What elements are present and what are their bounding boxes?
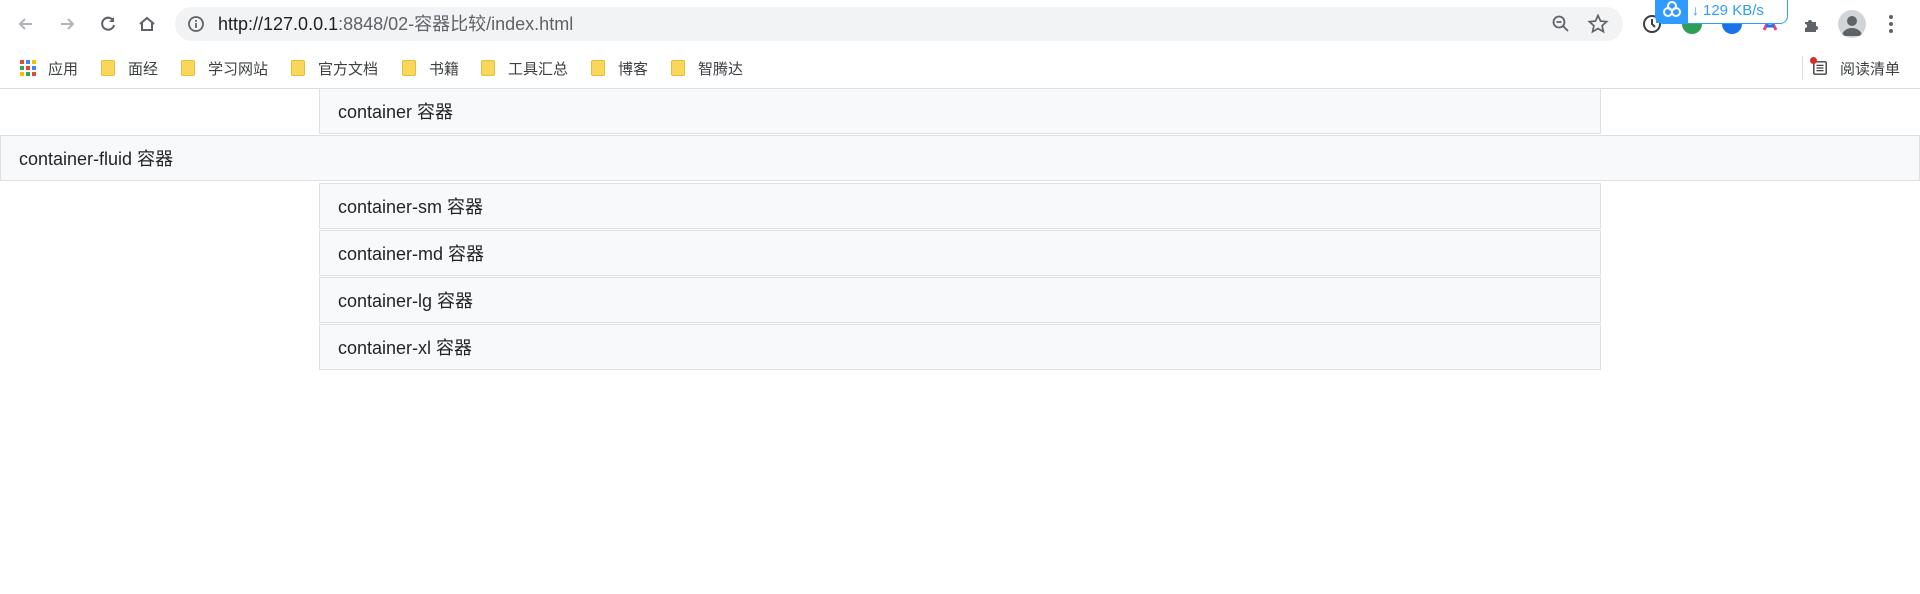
container-xl-label: container-xl 容器: [338, 338, 473, 358]
bookmark-folder[interactable]: 博客: [590, 48, 648, 88]
folder-icon: [480, 60, 496, 76]
folder-icon: [290, 60, 306, 76]
star-icon[interactable]: [1587, 13, 1609, 35]
forward-icon: [61, 18, 75, 30]
folder-icon: [401, 60, 417, 76]
folder-icon: [590, 60, 606, 76]
container-lg-label: container-lg 容器: [338, 291, 474, 311]
bookmark-folder[interactable]: 学习网站: [180, 48, 268, 88]
reading-list-button[interactable]: 阅读清单: [1810, 48, 1901, 88]
container-xl-box: container-xl 容器: [319, 324, 1601, 370]
info-icon[interactable]: [187, 15, 205, 33]
container-sm-box: container-sm 容器: [319, 183, 1601, 229]
bookmark-apps[interactable]: 应用: [20, 48, 78, 88]
folder-icon: [180, 60, 196, 76]
bookmark-folder[interactable]: 智腾达: [670, 48, 743, 88]
home-icon: [139, 16, 155, 31]
forward-button[interactable]: [51, 8, 83, 40]
bookmark-folder[interactable]: 书籍: [401, 48, 459, 88]
download-arrow-icon: ↓: [1692, 2, 1699, 18]
bookmark-label: 智腾达: [698, 60, 744, 78]
container-box: container 容器: [319, 88, 1601, 134]
zoom-icon[interactable]: [1551, 14, 1571, 34]
bookmark-folder[interactable]: 官方文档: [290, 48, 378, 88]
bookmark-label: 博客: [618, 60, 649, 78]
reload-button[interactable]: [92, 8, 124, 40]
browser-menu-button[interactable]: [1884, 12, 1898, 36]
bookmarks-bar: 应用 面经 学习网站 官方文档 书籍 工具汇总 博客 智腾达 阅读清单: [0, 48, 1920, 89]
notification-dot: [1810, 57, 1817, 64]
bookmark-divider: [1802, 56, 1803, 80]
back-icon: [18, 18, 32, 30]
profile-button[interactable]: [1838, 10, 1866, 38]
container-label: container 容器: [338, 102, 454, 122]
back-button[interactable]: [10, 8, 42, 40]
bookmark-label: 工具汇总: [508, 60, 569, 78]
download-speed: 129 KB/s: [1703, 1, 1764, 19]
bookmark-label: 书籍: [429, 60, 460, 78]
bookmark-label: 学习网站: [208, 60, 269, 78]
profile-icon: [1842, 16, 1862, 36]
cloud-logo-icon: [1656, 0, 1688, 23]
download-speed-badge[interactable]: ↓ 129 KB/s: [1655, 0, 1788, 24]
folder-icon: [670, 60, 686, 76]
reload-icon: [101, 16, 115, 31]
container-sm-label: container-sm 容器: [338, 197, 484, 217]
folder-icon: [100, 60, 116, 76]
url-text[interactable]: http://127.0.0.1:8848/02-容器比较/index.html: [218, 14, 573, 34]
apps-grid-icon: [20, 60, 36, 76]
bookmark-apps-label: 应用: [48, 60, 79, 78]
bookmark-label: 面经: [128, 60, 159, 78]
address-bar[interactable]: http://127.0.0.1:8848/02-容器比较/index.html: [175, 7, 1623, 41]
url-host: http://127.0.0.1: [218, 14, 339, 34]
container-md-label: container-md 容器: [338, 244, 485, 264]
reading-list-icon: [1810, 57, 1828, 76]
container-fluid-label: container-fluid 容器: [19, 149, 174, 169]
bookmark-folder[interactable]: 工具汇总: [480, 48, 568, 88]
extensions-button[interactable]: [1800, 12, 1824, 36]
bookmark-label: 官方文档: [318, 60, 379, 78]
browser-toolbar: http://127.0.0.1:8848/02-容器比较/index.html…: [0, 0, 1920, 48]
url-path: :8848/02-容器比较/index.html: [338, 14, 574, 34]
reading-list-label: 阅读清单: [1840, 60, 1901, 78]
menu-icon: [1889, 15, 1893, 33]
bookmark-folder[interactable]: 面经: [100, 48, 158, 88]
home-button[interactable]: [131, 8, 163, 40]
extension-icon: [1805, 20, 1818, 32]
container-md-box: container-md 容器: [319, 230, 1601, 276]
container-lg-box: container-lg 容器: [319, 277, 1601, 323]
container-fluid-box: container-fluid 容器: [0, 135, 1920, 181]
